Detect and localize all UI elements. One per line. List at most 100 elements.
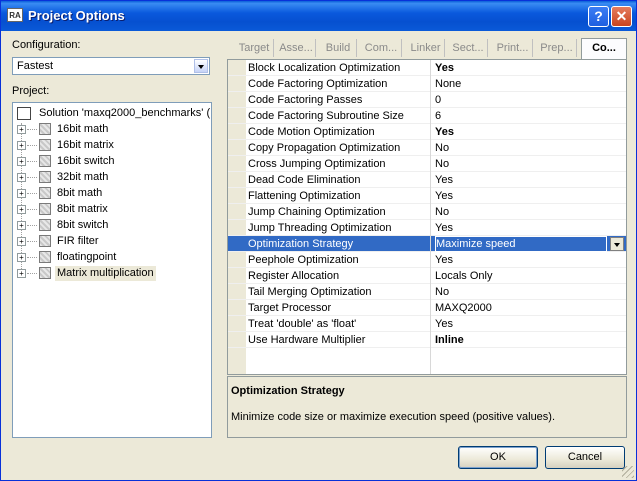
project-node-label: 16bit math (57, 123, 109, 135)
expand-icon[interactable]: + (17, 221, 26, 230)
property-value[interactable]: 0 (435, 93, 605, 107)
property-row[interactable]: Target Processor MAXQ2000 (228, 300, 626, 316)
property-row[interactable]: Tail Merging Optimization No (228, 284, 626, 300)
project-icon (39, 171, 51, 183)
property-row[interactable]: Copy Propagation Optimization No (228, 140, 626, 156)
property-value[interactable]: Inline (435, 333, 605, 347)
property-row[interactable]: Code Factoring Passes 0 (228, 92, 626, 108)
options-tab[interactable]: Prep... (537, 39, 577, 57)
property-name: Code Motion Optimization (248, 126, 375, 138)
chevron-down-icon[interactable] (610, 237, 624, 251)
property-value[interactable]: 6 (435, 109, 605, 123)
tree-project-node[interactable]: +16bit matrix (15, 138, 211, 153)
property-value[interactable]: No (435, 285, 605, 299)
property-row[interactable]: Treat 'double' as 'float' Yes (228, 316, 626, 332)
expand-icon[interactable]: + (17, 205, 26, 214)
property-value[interactable]: Locals Only (435, 269, 605, 283)
property-row[interactable]: Flattening Optimization Yes (228, 188, 626, 204)
expand-icon[interactable]: + (17, 237, 26, 246)
project-icon (39, 219, 51, 231)
tree-project-node[interactable]: +8bit switch (15, 218, 211, 233)
title-bar[interactable]: RA Project Options ? ✕ (1, 1, 636, 31)
project-tree[interactable]: Solution 'maxq2000_benchmarks' (... +16b… (12, 102, 212, 438)
resize-grip[interactable] (622, 466, 634, 478)
property-row[interactable]: Cross Jumping Optimization No (228, 156, 626, 172)
property-value[interactable]: MAXQ2000 (435, 301, 605, 315)
expand-icon[interactable]: + (17, 269, 26, 278)
property-row[interactable]: Jump Chaining Optimization No (228, 204, 626, 220)
property-value[interactable]: No (435, 205, 605, 219)
expand-icon[interactable]: + (17, 157, 26, 166)
tree-project-node[interactable]: + floatingpoint (15, 250, 211, 265)
property-grid[interactable]: Block Localization Optimization Yes Code F… (227, 59, 627, 375)
options-tab[interactable]: Co... (581, 38, 627, 59)
chevron-down-icon[interactable] (194, 59, 208, 73)
options-tab[interactable]: Com... (361, 39, 402, 57)
expand-icon[interactable]: + (17, 141, 26, 150)
tree-project-node[interactable]: + FIR filter (15, 234, 211, 249)
tree-guide-line (27, 257, 37, 258)
column-divider[interactable] (430, 60, 431, 374)
window-title: Project Options (28, 8, 125, 23)
tree-project-node[interactable]: +8bit matrix (15, 202, 211, 217)
close-button[interactable]: ✕ (611, 6, 632, 27)
property-name: Flattening Optimization (248, 190, 361, 202)
project-icon (39, 235, 51, 247)
property-row[interactable]: Code Motion Optimization Yes (228, 124, 626, 140)
property-row[interactable]: Use Hardware Multiplier Inline (228, 332, 626, 348)
property-value[interactable]: Yes (435, 221, 605, 235)
property-row[interactable]: Code Factoring Optimization None (228, 76, 626, 92)
help-button[interactable]: ? (588, 6, 609, 27)
property-row[interactable]: Code Factoring Subroutine Size 6 (228, 108, 626, 124)
options-tab[interactable]: Print... (493, 39, 533, 57)
property-row[interactable]: Optimization Strategy Maximize speed (228, 236, 626, 252)
project-node-label: 8bit math (57, 187, 103, 199)
configuration-value: Fastest (17, 60, 54, 72)
property-row[interactable]: Peephole Optimization Yes (228, 252, 626, 268)
project-icon (39, 267, 51, 279)
options-tab[interactable]: Asse... (277, 39, 316, 57)
tree-solution-node[interactable]: Solution 'maxq2000_benchmarks' (... (15, 106, 211, 121)
tree-project-node[interactable]: +32bit math (15, 170, 211, 185)
property-name: Code Factoring Passes (248, 94, 363, 106)
tree-guide-line (27, 161, 37, 162)
project-node-label: floatingpoint (57, 251, 117, 263)
property-value[interactable]: Yes (435, 61, 605, 75)
tree-project-node[interactable]: +8bit math (15, 186, 211, 201)
property-name: Treat 'double' as 'float' (248, 318, 357, 330)
property-row[interactable]: Register Allocation Locals Only (228, 268, 626, 284)
project-node-label: 32bit math (57, 171, 109, 183)
property-name: Jump Threading Optimization (248, 222, 392, 234)
property-value[interactable]: Yes (435, 173, 605, 187)
options-tab[interactable]: Build (320, 39, 357, 57)
cancel-button[interactable]: Cancel (545, 446, 625, 469)
expand-icon[interactable]: + (17, 189, 26, 198)
tree-project-node[interactable]: +16bit switch (15, 154, 211, 169)
property-value[interactable]: Yes (435, 189, 605, 203)
property-value[interactable]: Yes (435, 253, 605, 267)
solution-label: Solution 'maxq2000_benchmarks' (... (39, 107, 212, 119)
options-tab[interactable]: Sect... (449, 39, 488, 57)
ok-button[interactable]: OK (458, 446, 538, 469)
project-options-dialog: RA Project Options ? ✕ Configuration: Fa… (0, 0, 637, 481)
property-row[interactable]: Block Localization Optimization Yes (228, 60, 626, 76)
property-value[interactable]: Yes (435, 317, 605, 331)
property-value[interactable]: None (435, 77, 605, 91)
property-name: Optimization Strategy (248, 238, 354, 250)
options-tab[interactable]: Linker (407, 39, 445, 57)
property-value[interactable]: Yes (435, 125, 605, 139)
property-name: Dead Code Elimination (248, 174, 361, 186)
property-row[interactable]: Jump Threading Optimization Yes (228, 220, 626, 236)
expand-icon[interactable]: + (17, 173, 26, 182)
property-value[interactable]: Maximize speed (435, 236, 607, 252)
configuration-select[interactable]: Fastest (12, 57, 210, 75)
property-value[interactable]: No (435, 141, 605, 155)
solution-icon (17, 107, 31, 120)
tree-project-node[interactable]: + Matrix multiplication (15, 266, 211, 281)
tree-project-node[interactable]: +16bit math (15, 122, 211, 137)
property-value[interactable]: No (435, 157, 605, 171)
property-row[interactable]: Dead Code Elimination Yes (228, 172, 626, 188)
expand-icon[interactable]: + (17, 253, 26, 262)
expand-icon[interactable]: + (17, 125, 26, 134)
options-tab[interactable]: Target (235, 39, 274, 57)
